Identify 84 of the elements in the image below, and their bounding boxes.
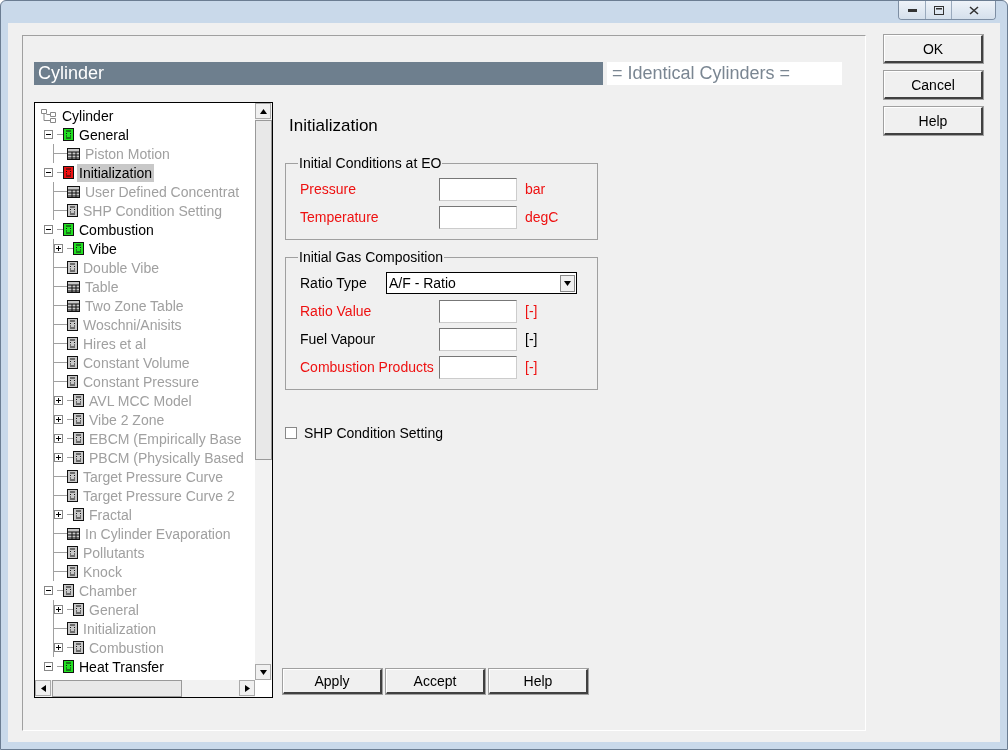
field-label: Pressure — [300, 181, 358, 197]
minus-box-icon[interactable] — [44, 130, 53, 139]
field-label: Ratio Type — [300, 275, 368, 291]
tree-item[interactable]: Knock — [81, 562, 124, 581]
input-field[interactable] — [439, 299, 517, 323]
plus-box-icon[interactable] — [54, 244, 63, 253]
minus-box-icon[interactable] — [44, 225, 53, 234]
tree-root-icon — [41, 108, 57, 123]
group-title: Initial Gas Composition — [298, 249, 444, 265]
tree-item[interactable]: Combustion — [87, 638, 166, 657]
input-field[interactable] — [439, 327, 517, 351]
panel-button[interactable]: Help — [489, 669, 588, 694]
right-arrow-icon — [244, 684, 250, 692]
maximize-icon[interactable] — [933, 5, 944, 15]
unit-label: [-] — [525, 359, 538, 375]
minimize-icon[interactable] — [907, 8, 917, 12]
tree-item[interactable]: Fractal — [87, 505, 134, 524]
tree-item[interactable]: Initialization — [77, 163, 155, 182]
up-arrow-icon — [259, 108, 267, 114]
tree-item[interactable]: User Defined Concentrat — [83, 182, 242, 201]
panel-button[interactable]: Accept — [386, 669, 485, 694]
field-label: Temperature — [300, 209, 380, 225]
unit-label: [-] — [525, 331, 538, 347]
dropdown-arrow-icon — [564, 280, 571, 286]
tree-item[interactable]: Initialization — [81, 619, 159, 638]
dialog-button[interactable]: OK — [884, 35, 983, 63]
dialog-button[interactable]: Help — [884, 107, 983, 135]
horizontal-scrollbar[interactable] — [35, 680, 255, 697]
unit-label: [-] — [525, 303, 538, 319]
header-title: Cylinder — [34, 62, 603, 85]
unit-label: bar — [525, 181, 546, 197]
tree-item[interactable]: Vibe — [87, 239, 119, 258]
tree-item[interactable]: Chamber — [77, 581, 139, 600]
checkbox-label: SHP Condition Setting — [304, 425, 444, 441]
field-label: Fuel Vapour — [300, 331, 377, 347]
tree-item[interactable]: Table — [83, 277, 121, 296]
group-title: Initial Conditions at EO — [298, 155, 443, 171]
tree-item[interactable]: Target Pressure Curve — [81, 467, 226, 486]
minus-box-icon[interactable] — [44, 168, 53, 177]
tree-item[interactable]: Vibe 2 Zone — [87, 410, 167, 429]
vertical-scrollbar[interactable] — [255, 103, 272, 680]
close-icon[interactable] — [968, 5, 979, 15]
tree-item[interactable]: Combustion — [77, 220, 156, 239]
tree-item[interactable]: Pollutants — [81, 543, 147, 562]
input-field[interactable] — [439, 205, 517, 229]
tree-item[interactable]: Constant Volume — [81, 353, 192, 372]
tree-item[interactable]: AVL MCC Model — [87, 391, 194, 410]
plus-box-icon[interactable] — [54, 643, 63, 652]
panel-button[interactable]: Apply — [283, 669, 382, 694]
tree-item[interactable]: Target Pressure Curve 2 — [81, 486, 237, 505]
tree-item[interactable]: Hires et al — [81, 334, 149, 353]
tree-item[interactable]: Woschni/Anisits — [81, 315, 184, 334]
tree-root[interactable]: Cylinder — [60, 106, 116, 125]
plus-box-icon[interactable] — [54, 415, 63, 424]
down-arrow-icon — [259, 669, 267, 675]
ratio-type-dropdown[interactable]: A/F - Ratio — [386, 272, 577, 294]
tree-item[interactable]: Heat Transfer — [77, 657, 166, 676]
plus-box-icon[interactable] — [54, 453, 63, 462]
input-field[interactable] — [439, 177, 517, 201]
plus-box-icon[interactable] — [54, 396, 63, 405]
minus-box-icon[interactable] — [44, 586, 53, 595]
tree-item[interactable]: General — [77, 125, 131, 144]
tree-item[interactable]: EBCM (Empirically Base — [87, 429, 244, 448]
tree-item[interactable]: Piston Motion — [83, 144, 172, 163]
header-note: = Identical Cylinders = — [607, 62, 842, 85]
left-arrow-icon — [40, 684, 46, 692]
tree-item[interactable]: General — [87, 600, 141, 619]
minus-box-icon[interactable] — [44, 662, 53, 671]
dialog-button[interactable]: Cancel — [884, 71, 983, 99]
field-label: Ratio Value — [300, 303, 373, 319]
panel-title: Initialization — [289, 116, 379, 137]
tree-item[interactable]: Double Vibe — [81, 258, 162, 277]
plus-box-icon[interactable] — [54, 434, 63, 443]
tree-item[interactable]: PBCM (Physically Based — [87, 448, 246, 467]
unit-label: degC — [525, 209, 559, 225]
tree-item[interactable]: In Cylinder Evaporation — [83, 524, 233, 543]
input-field[interactable] — [439, 355, 517, 379]
tree-item[interactable]: SHP Condition Setting — [81, 201, 225, 220]
field-label: Combustion Products — [300, 359, 435, 375]
tree-item[interactable]: Constant Pressure — [81, 372, 201, 391]
checkbox[interactable] — [285, 427, 297, 439]
tree-item[interactable]: Two Zone Table — [83, 296, 186, 315]
plus-box-icon[interactable] — [54, 510, 63, 519]
plus-box-icon[interactable] — [54, 605, 63, 614]
